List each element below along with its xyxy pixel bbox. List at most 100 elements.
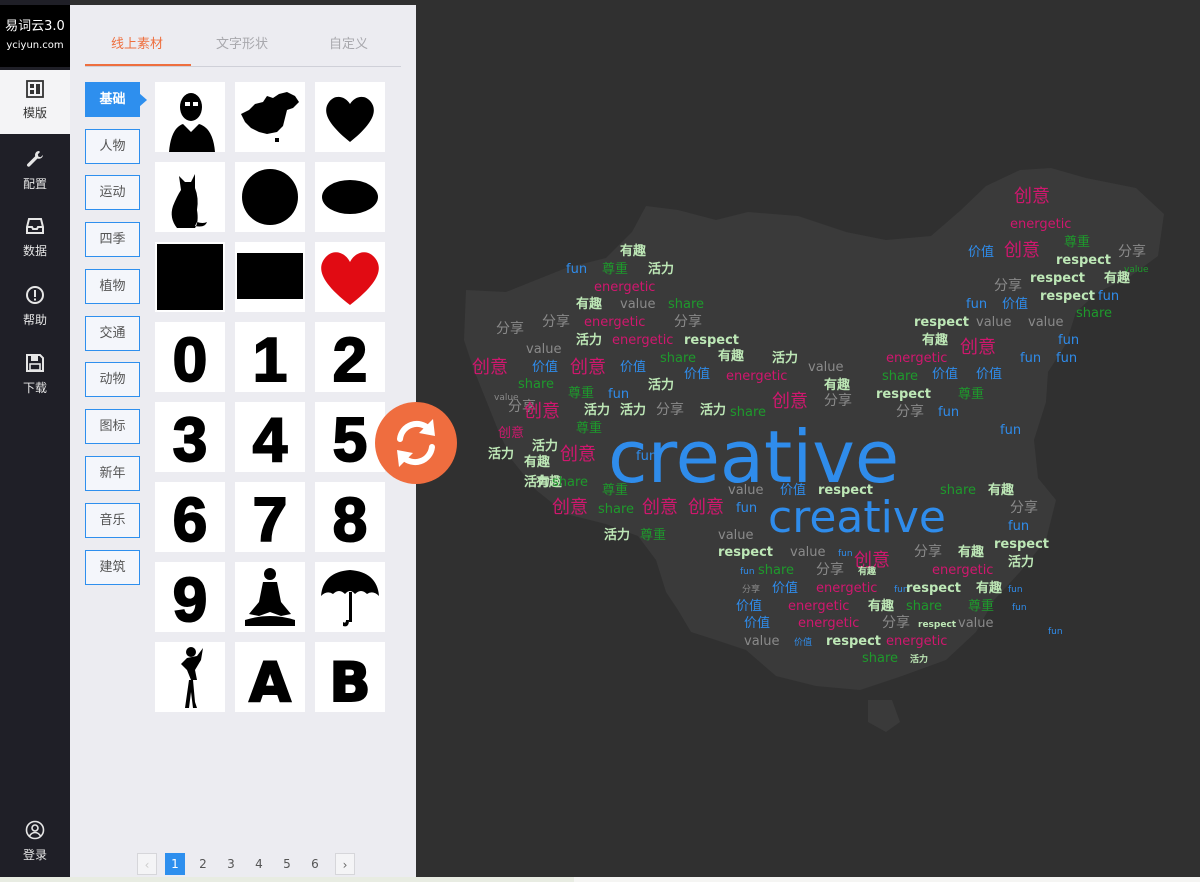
cloud-word: energetic (1010, 217, 1071, 232)
shape-thumb[interactable] (315, 242, 385, 312)
cloud-word: 价值 (932, 366, 958, 382)
shape-thumb[interactable] (235, 82, 305, 152)
nav-item-template[interactable]: 模版 (0, 70, 70, 134)
category-item[interactable]: 人物 (85, 129, 140, 164)
cloud-word: share (1076, 306, 1112, 321)
shape-thumb[interactable]: 0 (155, 322, 225, 392)
shape-thumb[interactable]: 9 (155, 562, 225, 632)
shape-thumb[interactable]: A (235, 642, 305, 712)
shape-thumb[interactable] (235, 242, 305, 312)
category-item[interactable]: 植物 (85, 269, 140, 304)
cloud-word: energetic (798, 616, 859, 631)
shape-thumb[interactable]: 1 (235, 322, 305, 392)
cloud-word: share (660, 351, 696, 366)
shape-thumb[interactable]: 2 (315, 322, 385, 392)
shape-thumb[interactable]: 6 (155, 482, 225, 552)
cloud-word: 尊重 (968, 598, 994, 614)
cloud-word: 尊重 (602, 261, 628, 277)
shape-thumb[interactable] (235, 562, 305, 632)
cloud-word: share (906, 599, 942, 614)
material-tabs: 线上素材 文字形状 自定义 (85, 5, 401, 67)
page-button[interactable]: 3 (221, 853, 241, 875)
category-item[interactable]: 音乐 (85, 503, 140, 538)
cloud-word: value (620, 297, 656, 312)
grid-icon (26, 80, 44, 98)
category-item[interactable]: 图标 (85, 409, 140, 444)
shape-thumb[interactable] (315, 562, 385, 632)
shape-thumb[interactable] (315, 162, 385, 232)
category-item[interactable]: 交通 (85, 316, 140, 351)
cloud-word: value (728, 483, 764, 498)
shape-thumb[interactable] (155, 82, 225, 152)
shape-glyph: 8 (333, 486, 367, 552)
nav-label: 帮助 (22, 313, 47, 327)
wordcloud-canvas[interactable]: creative creative 创意 energetic 尊重 价值 创意 分享 有趣 fun… (375, 0, 1200, 882)
cloud-word: 创意 (570, 357, 606, 378)
page-button[interactable]: 1 (165, 853, 185, 875)
cloud-word: value (958, 616, 994, 631)
cloud-word: 活力 (576, 332, 602, 348)
cloud-word: 创意 (552, 497, 588, 518)
inbox-icon (26, 218, 44, 234)
wrench-icon (27, 151, 43, 167)
tab-online-material[interactable]: 线上素材 (111, 33, 163, 52)
cloud-word: 价值 (772, 580, 798, 596)
cloud-word: 活力 (524, 474, 550, 490)
tab-custom[interactable]: 自定义 (329, 33, 368, 52)
refresh-button[interactable] (375, 402, 457, 484)
shape-thumb[interactable] (155, 642, 225, 712)
nav-item-help[interactable]: 帮助 (0, 275, 70, 339)
cloud-word: 分享 (896, 403, 924, 420)
category-item[interactable]: 建筑 (85, 550, 140, 585)
category-item[interactable]: 四季 (85, 222, 140, 257)
shape-thumb[interactable] (155, 162, 225, 232)
shape-glyph: B (329, 651, 370, 712)
nav-label: 下载 (22, 381, 47, 395)
user-icon (25, 820, 45, 840)
cloud-word: 分享 (674, 313, 702, 330)
shape-preview: 6 (172, 485, 208, 552)
cloud-word: value (718, 528, 754, 543)
shape-thumb[interactable] (155, 242, 225, 312)
next-page-button[interactable]: › (335, 853, 355, 875)
shape-preview (181, 647, 203, 708)
shape-preview: 2 (332, 325, 368, 392)
category-item[interactable]: 动物 (85, 362, 140, 397)
shape-thumb[interactable]: 7 (235, 482, 305, 552)
cloud-word: 有趣 (958, 544, 985, 560)
shape-thumb[interactable] (315, 82, 385, 152)
cloud-word: 分享 (1010, 499, 1038, 516)
nav-item-download[interactable]: 下载 (0, 343, 70, 407)
nav-item-data[interactable]: 数据 (0, 206, 70, 270)
shape-thumb[interactable]: 8 (315, 482, 385, 552)
shape-preview: 3 (172, 405, 208, 472)
category-item[interactable]: 新年 (85, 456, 140, 491)
cloud-word: respect (876, 387, 931, 402)
category-item[interactable]: 运动 (85, 175, 140, 210)
cloud-word: 创意 (1014, 186, 1050, 207)
page-button[interactable]: 2 (193, 853, 213, 875)
shape-thumb[interactable]: 3 (155, 402, 225, 472)
shape-thumb[interactable] (235, 162, 305, 232)
cloud-word: 分享 (742, 583, 760, 595)
nav-item-config[interactable]: 配置 (0, 139, 70, 203)
cloud-word: fun (608, 387, 629, 402)
shape-preview: 9 (172, 565, 208, 632)
cloud-word: respect (914, 315, 969, 330)
cloud-word: 价值 (736, 598, 762, 614)
cloud-word: respect (918, 620, 957, 630)
login-button[interactable]: 登录 (0, 816, 70, 872)
tab-text-shape[interactable]: 文字形状 (216, 33, 268, 52)
cloud-word: energetic (726, 369, 787, 384)
cloud-word: 活力 (488, 446, 514, 462)
category-item[interactable]: 基础 (85, 82, 147, 117)
shape-thumb[interactable]: 4 (235, 402, 305, 472)
page-button[interactable]: 4 (249, 853, 269, 875)
login-label: 登录 (22, 848, 47, 862)
cloud-word: 活力 (604, 527, 630, 543)
app-logo[interactable]: 易词云3.0 yciyun.com (0, 5, 70, 67)
shape-thumb[interactable]: B (315, 642, 385, 712)
prev-page-button[interactable]: ‹ (137, 853, 157, 875)
page-button[interactable]: 6 (305, 853, 325, 875)
page-button[interactable]: 5 (277, 853, 297, 875)
